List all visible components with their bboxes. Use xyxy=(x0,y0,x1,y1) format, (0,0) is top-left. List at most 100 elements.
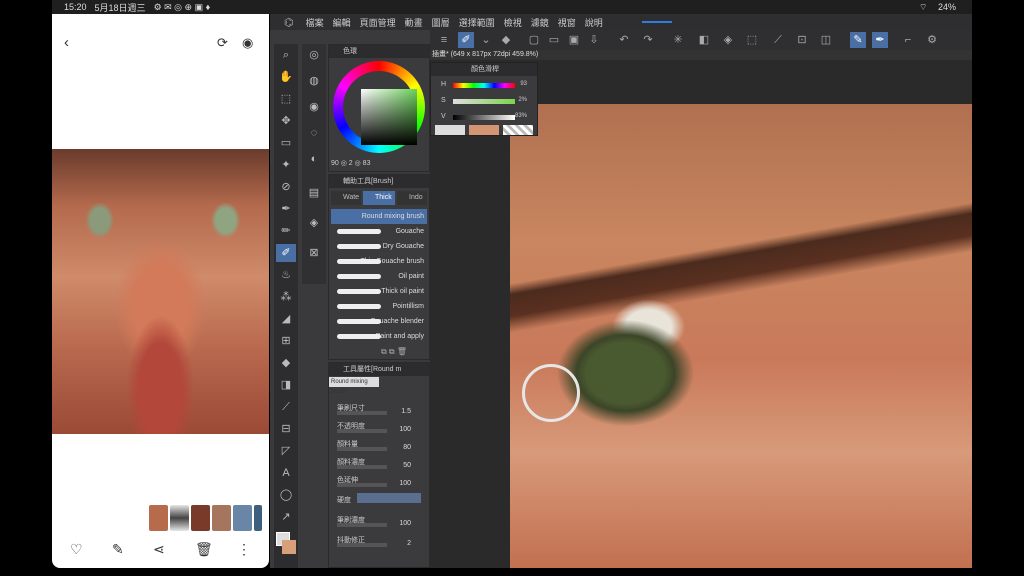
select-icon[interactable]: ◫ xyxy=(818,32,834,48)
share-icon[interactable]: ⋖ xyxy=(153,541,165,558)
menu-view[interactable]: 檢視 xyxy=(504,16,522,29)
prop-paint-density[interactable]: 顏料濃度 50 xyxy=(337,457,423,469)
back-chevron-icon[interactable]: ‹ xyxy=(64,34,69,51)
clear-icon[interactable]: ◧ xyxy=(696,32,712,48)
menu-animation[interactable]: 動畫 xyxy=(405,16,423,29)
menu-edit[interactable]: 編輯 xyxy=(333,16,351,29)
brush-icon[interactable]: ✐ xyxy=(276,244,296,262)
tab-india-ink[interactable]: Indo xyxy=(397,191,427,205)
subview-icon[interactable]: ◈ xyxy=(304,214,324,232)
redo-icon[interactable]: ↷ xyxy=(640,32,656,48)
color-icon[interactable]: ◍ xyxy=(304,72,324,90)
menu-page[interactable]: 頁面管理 xyxy=(360,16,396,29)
operation-icon[interactable]: ⬚ xyxy=(276,90,296,108)
prop-hardness[interactable]: 硬度 xyxy=(337,493,423,505)
hardness-selector[interactable] xyxy=(357,493,421,503)
pen-mode-icon[interactable]: ✎ xyxy=(850,32,866,48)
brush-item[interactable]: Gouache xyxy=(331,224,427,239)
eraser-icon[interactable]: ◢ xyxy=(276,310,296,328)
rotate-icon[interactable]: ⟳ xyxy=(217,35,228,51)
thumbnail[interactable] xyxy=(233,505,252,531)
pot-icon[interactable]: ◐ xyxy=(304,150,324,168)
current-color-swatch[interactable] xyxy=(435,125,465,135)
brush-shortcut-icon[interactable]: ✐ xyxy=(458,32,474,48)
sub-color-swatch-mixer[interactable] xyxy=(469,125,499,135)
selection-icon[interactable]: ▭ xyxy=(276,134,296,152)
settings-icon[interactable]: ⚙ xyxy=(924,32,940,48)
brush-item[interactable]: Thick oil paint xyxy=(331,284,427,299)
prop-paint-amount[interactable]: 顏料量 80 xyxy=(337,439,423,451)
prop-slider[interactable] xyxy=(337,411,387,415)
brush-item[interactable]: Round mixing brush xyxy=(331,209,427,224)
decoration-icon[interactable]: ⁂ xyxy=(276,288,296,306)
menu-layer[interactable]: 圖層 xyxy=(432,16,450,29)
menu-filter[interactable]: 濾鏡 xyxy=(531,16,549,29)
photo-viewer-image[interactable] xyxy=(52,149,269,434)
dropdown-icon[interactable]: ⌄ xyxy=(478,32,494,48)
material-icon[interactable]: ▤ xyxy=(304,184,324,202)
brush-mode-icon[interactable]: ✒ xyxy=(872,32,888,48)
correct-line-icon[interactable]: ↗ xyxy=(276,508,296,526)
tab-thick-paint[interactable]: Thick xyxy=(363,191,395,205)
prop-slider[interactable] xyxy=(337,523,387,527)
hand-icon[interactable]: ✋ xyxy=(276,68,296,86)
tab-watercolor[interactable]: Wate xyxy=(331,191,361,205)
sub-color-swatch[interactable] xyxy=(282,540,296,554)
gradient-icon[interactable]: ◨ xyxy=(276,376,296,394)
heart-icon[interactable]: ♡ xyxy=(70,541,83,558)
pen-icon[interactable]: ✒ xyxy=(276,200,296,218)
undo-icon[interactable]: ↶ xyxy=(616,32,632,48)
eyedropper-icon[interactable]: ⊘ xyxy=(276,178,296,196)
open-folder-icon[interactable]: ▭ xyxy=(546,32,562,48)
navigator-icon[interactable]: ⊠ xyxy=(304,244,324,262)
frame-icon[interactable]: ⊟ xyxy=(276,420,296,438)
magic-wand-icon[interactable]: ✦ xyxy=(276,156,296,174)
history-icon[interactable]: ◌ xyxy=(304,124,324,142)
prop-opacity[interactable]: 不透明度 100 xyxy=(337,421,423,433)
spinner-icon[interactable]: ✳ xyxy=(670,32,686,48)
text-icon[interactable]: A xyxy=(276,464,296,482)
shape-icon[interactable]: ◆ xyxy=(498,32,514,48)
prop-stabilization[interactable]: 抖動修正 2 xyxy=(337,535,423,547)
transparent-swatch[interactable] xyxy=(503,125,533,135)
eye-icon[interactable]: ◉ xyxy=(242,35,253,51)
zoom-icon[interactable]: ⌕ xyxy=(276,46,296,64)
trash-icon[interactable]: 🗑 xyxy=(195,541,213,558)
saturation-bar[interactable] xyxy=(453,99,515,104)
airbrush-icon[interactable]: ♨ xyxy=(276,266,296,284)
menu-window[interactable]: 視窗 xyxy=(558,16,576,29)
hue-ring[interactable] xyxy=(333,61,425,153)
fill-bucket-icon[interactable]: ◆ xyxy=(276,354,296,372)
saturation-value-square[interactable] xyxy=(361,89,417,145)
thumbnail[interactable] xyxy=(191,505,210,531)
duplicate-icon[interactable]: ⧉ ⧉ 🗑 xyxy=(381,347,407,357)
mixer-icon[interactable]: ◉ xyxy=(304,98,324,116)
ruler-icon[interactable]: ⌐ xyxy=(900,32,916,48)
prop-slider[interactable] xyxy=(337,429,387,433)
diagonal-icon[interactable]: ⟋ xyxy=(770,32,786,48)
painting-canvas[interactable] xyxy=(510,104,972,568)
brush-item[interactable]: Thin Gouache brush xyxy=(331,254,427,269)
prop-brush-size[interactable]: 筆刷尺寸 1.5 xyxy=(337,403,423,415)
layer-icon[interactable]: ◎ xyxy=(304,46,324,64)
document-tab[interactable]: 插畫* (649 x 817px 72dpi 459.8%) xyxy=(430,50,972,60)
more-vertical-icon[interactable]: ⋮ xyxy=(237,541,251,558)
value-bar[interactable] xyxy=(453,115,515,120)
hue-bar[interactable] xyxy=(453,83,515,88)
hamburger-icon[interactable]: ≡ xyxy=(436,32,452,48)
crop-icon[interactable]: ⊡ xyxy=(794,32,810,48)
ruler-tool-icon[interactable]: ◸ xyxy=(276,442,296,460)
brush-item[interactable]: Paint and apply xyxy=(331,329,427,344)
menu-select[interactable]: 選擇範圍 xyxy=(459,16,495,29)
move-icon[interactable]: ✥ xyxy=(276,112,296,130)
menu-help[interactable]: 說明 xyxy=(585,16,603,29)
prop-brush-density[interactable]: 筆刷濃度 100 xyxy=(337,515,423,527)
brush-item[interactable]: Gouache blender xyxy=(331,314,427,329)
prop-slider[interactable] xyxy=(337,465,387,469)
transform-icon[interactable]: ⬚ xyxy=(744,32,760,48)
clip-studio-logo-icon[interactable]: ⌬ xyxy=(284,16,294,29)
slider-saturation[interactable]: S 2% xyxy=(441,97,535,105)
export-icon[interactable]: ⇩ xyxy=(586,32,602,48)
brush-item[interactable]: Dry Gouache xyxy=(331,239,427,254)
prop-slider[interactable] xyxy=(337,447,387,451)
